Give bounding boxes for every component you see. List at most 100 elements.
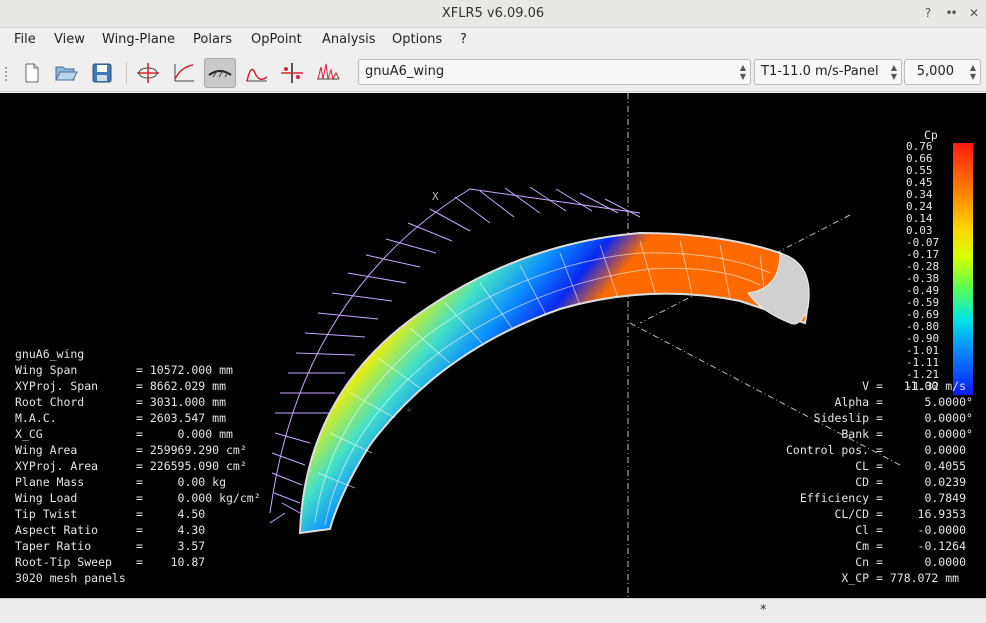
prop-label: Efficiency	[799, 491, 870, 505]
menu-options[interactable]: Options	[392, 32, 442, 47]
prop-label: Cn	[855, 555, 870, 569]
prop-value: = 0.4055	[876, 459, 967, 473]
wing-prop-row: Wing Load = 0.000 kg/cm²	[15, 490, 261, 506]
prop-label: Root-Tip Sweep	[15, 555, 112, 569]
menu-polars[interactable]: Polars	[193, 32, 232, 47]
3d-viewport[interactable]: X * Cp 0.76 0.66 0.55 0.45 0.34 0.24 0.1…	[0, 93, 986, 598]
window-title: XFLR5 v6.09.06	[441, 6, 545, 21]
window-titlebar: XFLR5 v6.09.06 ? • • ✕	[0, 0, 986, 28]
airfoil-design-icon[interactable]	[132, 58, 164, 88]
prop-value: = 0.0000	[876, 555, 967, 569]
prop-label: CL/CD	[834, 507, 870, 521]
wing-prop-row: Aspect Ratio = 4.30	[15, 522, 261, 538]
opp-prop-row: Cn = 0.0000	[786, 554, 974, 570]
save-icon[interactable]	[86, 58, 118, 88]
wing-prop-row: M.A.C. = 2603.547 mm	[15, 410, 261, 426]
cp-color-scale	[953, 143, 973, 395]
opp-prop-row: CL/CD = 16.9353	[786, 506, 974, 522]
wing-properties-panel: gnuA6_wing Wing Span = 10572.000 mm XYProj.…	[15, 346, 261, 586]
stability-icon[interactable]	[276, 58, 308, 88]
prop-label: XYProj. Area	[15, 459, 99, 473]
prop-label: Cm	[855, 539, 870, 553]
cp-graph-icon[interactable]	[240, 58, 272, 88]
status-text: *	[760, 603, 767, 618]
opp-prop-row: Control pos. = 0.0000	[786, 442, 974, 458]
wing-prop-row: Plane Mass = 0.00 kg	[15, 474, 261, 490]
open-folder-icon[interactable]	[50, 58, 82, 88]
toolbar-separator	[126, 62, 127, 84]
opp-select-value: 5,000	[916, 64, 954, 79]
menu-help[interactable]: ?	[460, 32, 467, 47]
prop-value: = 16.9353	[876, 507, 967, 521]
opp-prop-row: CL = 0.4055	[786, 458, 974, 474]
prop-value: = 4.50	[136, 507, 206, 521]
prop-label: Taper Ratio	[15, 539, 92, 553]
prop-value: = 259969.290 cm²	[136, 443, 247, 457]
help-button[interactable]: ?	[920, 5, 936, 21]
prop-label: Control pos.	[785, 443, 870, 457]
mesh-panel-count: 3020 mesh panels	[15, 571, 126, 585]
prop-value: = 0.0000°	[876, 411, 973, 425]
wing-prop-row: Wing Area = 259969.290 cm²	[15, 442, 261, 458]
opp-properties-panel: V = 11.00 m/s Alpha = 5.0000° Sideslip = 0…	[786, 378, 974, 586]
prop-label: Wing Load	[15, 491, 78, 505]
maximize-button[interactable]: •	[949, 5, 959, 21]
prop-label: CD	[855, 475, 870, 489]
prop-value: = 5.0000°	[876, 395, 973, 409]
wing-name: gnuA6_wing	[15, 347, 85, 361]
spectrum-icon[interactable]	[312, 58, 344, 88]
prop-label: Aspect Ratio	[15, 523, 99, 537]
opp-prop-row: V = 11.00 m/s	[786, 378, 974, 394]
opp-select[interactable]: 5,000 ▲ ▼	[904, 59, 981, 85]
menu-file[interactable]: File	[14, 32, 36, 47]
opp-prop-row: Bank = 0.0000°	[786, 426, 974, 442]
prop-label: X_CG	[15, 427, 43, 441]
wing-prop-row: Wing Span = 10572.000 mm	[15, 362, 261, 378]
menu-wing-plane[interactable]: Wing-Plane	[102, 32, 175, 47]
opp-prop-row: Cl = -0.0000	[786, 522, 974, 538]
toolbar-grip[interactable]	[4, 66, 8, 82]
prop-value: = -0.0000	[876, 523, 967, 537]
prop-value: = 226595.090 cm²	[136, 459, 247, 473]
menu-oppoint[interactable]: OpPoint	[251, 32, 302, 47]
prop-label: X_CP	[841, 571, 870, 585]
opp-prop-row: Cm = -0.1264	[786, 538, 974, 554]
menu-bar: File View Wing-Plane Polars OpPoint Anal…	[0, 28, 986, 54]
prop-value: = 0.000 kg/cm²	[136, 491, 261, 505]
prop-value: = 2603.547 mm	[136, 411, 227, 425]
menu-view[interactable]: View	[54, 32, 85, 47]
status-bar: *	[0, 598, 986, 623]
spin-arrows-icon: ▲ ▼	[969, 63, 976, 81]
prop-value: = 0.00 kg	[136, 475, 227, 489]
opp-prop-row: CD = 0.0239	[786, 474, 974, 490]
polar-select-value: T1-11.0 m/s-Panel	[761, 64, 879, 79]
wing-design-icon[interactable]	[204, 58, 236, 88]
spin-arrows-icon: ▲ ▼	[890, 63, 897, 81]
opp-prop-row: Sideslip = 0.0000°	[786, 410, 974, 426]
polar-select[interactable]: T1-11.0 m/s-Panel ▲ ▼	[754, 59, 902, 85]
prop-value: = 3031.000 mm	[136, 395, 227, 409]
prop-label: Plane Mass	[15, 475, 85, 489]
prop-value: = 778.072 mm	[876, 571, 960, 585]
prop-label: Wing Span	[15, 363, 78, 377]
wing-prop-row: Root Chord = 3031.000 mm	[15, 394, 261, 410]
prop-value: = 0.0239	[876, 475, 967, 489]
prop-label: M.A.C.	[15, 411, 57, 425]
prop-label: Cl	[855, 523, 870, 537]
legend-labels: 0.76 0.66 0.55 0.45 0.34 0.24 0.14 0.03 …	[906, 141, 939, 393]
opp-prop-row: X_CP = 778.072 mm	[786, 570, 974, 586]
prop-label: Tip Twist	[15, 507, 78, 521]
xdirect-icon[interactable]	[168, 58, 200, 88]
prop-value: = 10.87	[136, 555, 206, 569]
prop-label: Sideslip	[813, 411, 870, 425]
menu-analysis[interactable]: Analysis	[322, 32, 376, 47]
close-button[interactable]: ✕	[966, 5, 982, 21]
opp-prop-row: Efficiency = 0.7849	[786, 490, 974, 506]
prop-value: = 8662.029 mm	[136, 379, 227, 393]
prop-value: = 0.000 mm	[136, 427, 233, 441]
prop-value: = -0.1264	[876, 539, 967, 553]
plane-select[interactable]: gnuA6_wing ▲ ▼	[358, 59, 751, 85]
prop-value: = 0.0000	[876, 443, 967, 457]
wing-prop-row: Taper Ratio = 3.57	[15, 538, 261, 554]
new-file-icon[interactable]	[16, 58, 48, 88]
